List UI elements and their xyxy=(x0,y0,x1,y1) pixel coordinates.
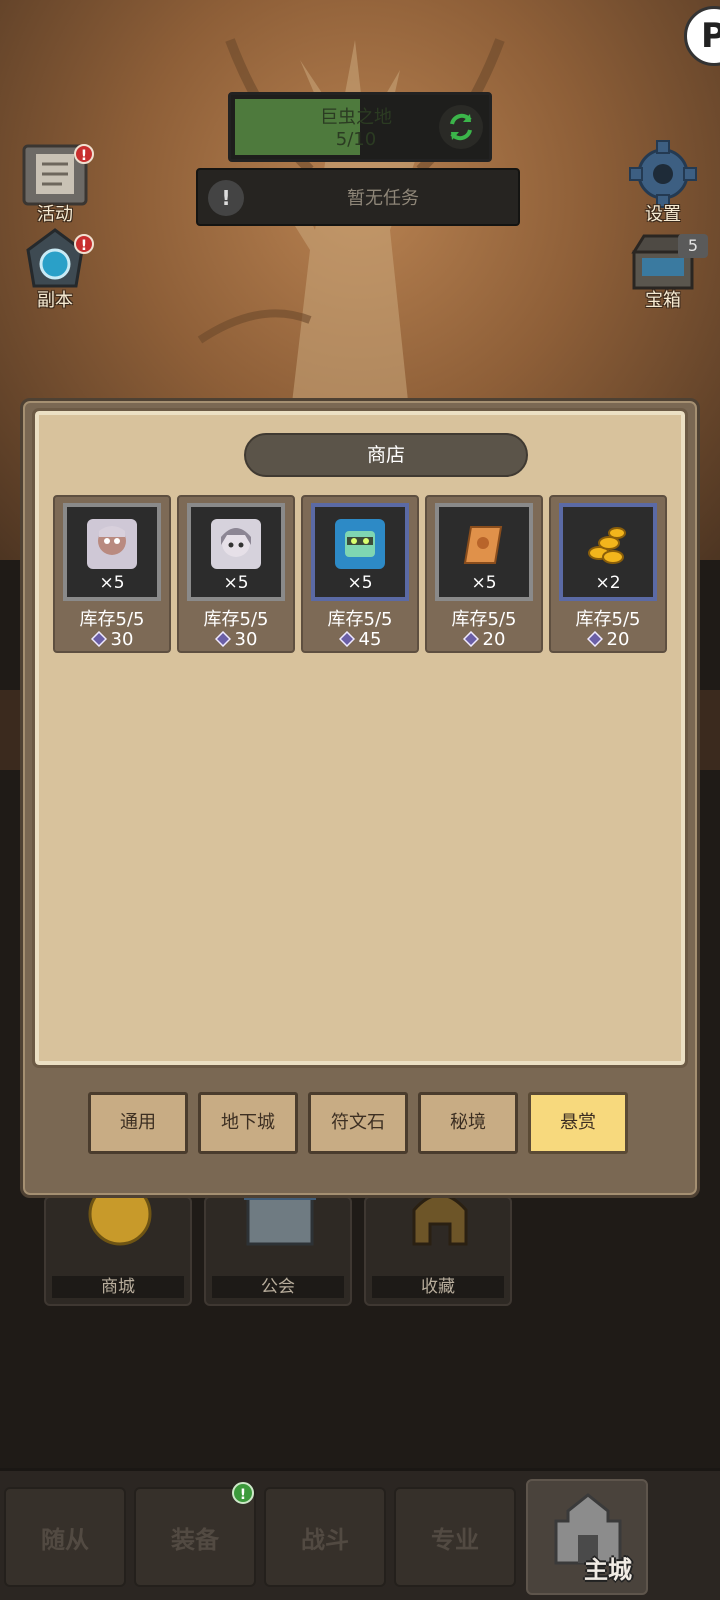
chest-label: 宝箱 xyxy=(645,290,681,311)
item-frame: ×2 xyxy=(559,503,657,601)
activity-alert-badge: ! xyxy=(74,144,94,164)
diamond-icon xyxy=(462,631,479,647)
item-frame: ×5 xyxy=(63,503,161,601)
refresh-button[interactable] xyxy=(439,105,483,149)
chest-count-badge: 5 xyxy=(678,234,708,258)
shop-panel: 商店 ×5 库存5/5 30 ×5 库存5/5 30 ×5 库存5/5 45 ×… xyxy=(20,398,700,1198)
item-price: 30 xyxy=(179,629,293,650)
dungeon-label: 副本 xyxy=(37,290,73,311)
task-text: 暂无任务 xyxy=(347,188,419,209)
shop-item-card[interactable]: ×5 库存5/5 30 xyxy=(177,495,295,653)
tab-secret-realm[interactable]: 秘境 xyxy=(418,1092,518,1154)
item-quantity: ×2 xyxy=(595,573,621,593)
building-card-mall[interactable]: 商城 xyxy=(44,1184,192,1306)
diamond-icon xyxy=(586,631,603,647)
item-frame: ×5 xyxy=(187,503,285,601)
dungeon-alert-badge: ! xyxy=(74,234,94,254)
item-price: 20 xyxy=(427,629,541,650)
building-card-guild[interactable]: 公会 xyxy=(204,1188,352,1306)
item-frame: ×5 xyxy=(435,503,533,601)
nav-main-city[interactable]: 主城 xyxy=(526,1479,648,1595)
shop-item-card[interactable]: ×5 库存5/5 30 xyxy=(53,495,171,653)
shop-item-card[interactable]: ×2 库存5/5 20 xyxy=(549,495,667,653)
item-price-value: 20 xyxy=(606,629,630,650)
building-card-collection[interactable]: 收藏 xyxy=(364,1193,512,1306)
shop-item-card[interactable]: ×5 库存5/5 45 xyxy=(301,495,419,653)
activity-label: 活动 xyxy=(37,204,73,225)
item-quantity: ×5 xyxy=(99,573,125,593)
tab-bounty[interactable]: 悬赏 xyxy=(528,1092,628,1154)
nav-main-city-label: 主城 xyxy=(584,1556,632,1584)
zone-progress-box[interactable]: 巨虫之地 5/10 xyxy=(228,92,492,162)
item-stock: 库存5/5 xyxy=(451,609,517,630)
item-stock: 库存5/5 xyxy=(575,609,641,630)
tab-runestone[interactable]: 符文石 xyxy=(308,1092,408,1154)
bottom-nav: 随从 装备 战斗 专业 主城 xyxy=(0,1468,720,1600)
shop-panel-content: 商店 ×5 库存5/5 30 ×5 库存5/5 30 ×5 库存5/5 45 ×… xyxy=(32,408,688,1068)
nav-battle[interactable]: 战斗 xyxy=(264,1487,386,1587)
item-price-value: 30 xyxy=(234,629,258,650)
diamond-icon xyxy=(90,631,107,647)
tab-dungeon[interactable]: 地下城 xyxy=(198,1092,298,1154)
scroll-icon xyxy=(463,526,503,564)
item-quantity: ×5 xyxy=(347,573,373,593)
settings-button[interactable]: 设置 xyxy=(620,140,706,226)
gold-coins-icon xyxy=(588,527,626,564)
item-stock: 库存5/5 xyxy=(79,609,145,630)
nav-followers[interactable]: 随从 xyxy=(4,1487,126,1587)
item-stock: 库存5/5 xyxy=(327,609,393,630)
item-stock: 库存5/5 xyxy=(203,609,269,630)
building-label: 收藏 xyxy=(372,1276,504,1298)
tab-general[interactable]: 通用 xyxy=(88,1092,188,1154)
item-price: 30 xyxy=(55,629,169,650)
item-price: 45 xyxy=(303,629,417,650)
diamond-icon xyxy=(214,631,231,647)
robot-portrait-icon xyxy=(335,519,385,569)
item-quantity: ×5 xyxy=(471,573,497,593)
settings-label: 设置 xyxy=(645,204,681,225)
shop-title: 商店 xyxy=(244,433,528,477)
hero-portrait-icon xyxy=(87,519,137,569)
building-label: 商城 xyxy=(52,1276,184,1298)
diamond-icon xyxy=(338,631,355,647)
hero-portrait-icon xyxy=(211,519,261,569)
refresh-icon xyxy=(450,113,472,141)
item-price-value: 30 xyxy=(110,629,134,650)
item-price-value: 45 xyxy=(358,629,382,650)
item-frame: ×5 xyxy=(311,503,409,601)
building-label: 公会 xyxy=(212,1276,344,1298)
item-quantity: ×5 xyxy=(223,573,249,593)
task-alert-icon: ! xyxy=(208,180,244,216)
shop-item-card[interactable]: ×5 库存5/5 20 xyxy=(425,495,543,653)
nav-profession[interactable]: 专业 xyxy=(394,1487,516,1587)
equipment-alert-badge: ! xyxy=(232,1482,254,1504)
task-bar[interactable]: ! 暂无任务 xyxy=(196,168,520,226)
item-price-value: 20 xyxy=(482,629,506,650)
item-price: 20 xyxy=(551,629,665,650)
